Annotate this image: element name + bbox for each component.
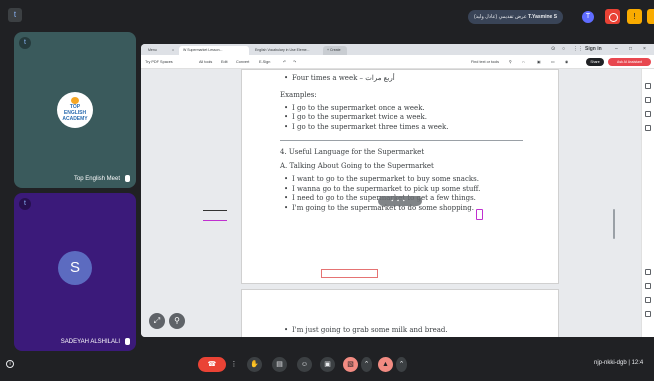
end-call-button[interactable]: ☎ bbox=[198, 357, 226, 372]
participant-name: SADEYAH ALSHILALI bbox=[60, 339, 120, 345]
browser-tab-bar: Menu ⌂ W Supermarket Lesson... English V… bbox=[141, 44, 654, 55]
maximize-icon[interactable]: □ bbox=[629, 45, 632, 54]
pages-icon[interactable] bbox=[645, 97, 651, 103]
avatar: S bbox=[58, 251, 92, 285]
zoom-out-icon[interactable] bbox=[645, 311, 651, 317]
undo-icon[interactable]: ↶ bbox=[283, 55, 286, 69]
shared-screen: Menu ⌂ W Supermarket Lesson... English V… bbox=[141, 44, 654, 337]
rotate-icon[interactable] bbox=[645, 283, 651, 289]
toolbar-item[interactable]: Convert bbox=[236, 55, 249, 69]
list-item: Four times a week – أربع مرات bbox=[280, 74, 540, 84]
comment-icon[interactable] bbox=[645, 83, 651, 89]
bookmark-icon[interactable]: ▭ bbox=[551, 55, 555, 69]
share-button[interactable]: Share bbox=[586, 58, 604, 66]
top-bar: t (عادل وليد) عرض تقديمي T.Yasmine S T ! bbox=[0, 0, 654, 30]
meet-app-icon: t bbox=[8, 8, 22, 22]
toolbar-item[interactable]: E-Sign bbox=[259, 55, 270, 69]
record-icon[interactable] bbox=[605, 9, 620, 24]
presenter-avatar[interactable]: T bbox=[582, 11, 594, 23]
ai-assistant-button[interactable]: Ask AI Assistant bbox=[608, 58, 651, 66]
hand-raise-icon[interactable]: ! bbox=[627, 9, 642, 24]
pen-annotation bbox=[476, 209, 483, 220]
redo-icon[interactable]: ↷ bbox=[293, 55, 296, 69]
section-divider bbox=[280, 140, 523, 141]
more-options-icon[interactable]: ⋮ bbox=[230, 357, 238, 372]
help-icon[interactable]: ⊙ bbox=[551, 45, 555, 54]
logo-mark-icon bbox=[71, 97, 79, 104]
bell-icon[interactable]: ○ bbox=[562, 45, 565, 54]
tab-vocabulary[interactable]: English Vocabulary in Use Eleme... bbox=[251, 46, 321, 55]
attach-icon[interactable] bbox=[645, 111, 651, 117]
annotation-rectangle[interactable] bbox=[321, 269, 378, 278]
section-heading: 4. Useful Language for the Supermarket bbox=[280, 148, 425, 156]
mic-icon bbox=[125, 175, 130, 182]
subsection-heading: A. Talking About Going to the Supermarke… bbox=[280, 162, 434, 170]
list-item: I go to the supermarket three times a we… bbox=[280, 123, 540, 133]
mic-off-icon[interactable]: ▲ bbox=[378, 357, 393, 372]
list-item: I wanna go to the supermarket to pick up… bbox=[280, 185, 540, 195]
pdf-toolbar: Try PDF Spaces All tools Edit Convert E-… bbox=[141, 55, 654, 69]
close-icon[interactable]: × bbox=[643, 45, 646, 54]
search-icon[interactable]: ⚲ bbox=[509, 55, 512, 69]
find-input[interactable]: Find text or tools bbox=[471, 55, 499, 69]
top-english-logo: TOP ENGLISH ACADEMY bbox=[57, 92, 93, 128]
underline-annotation bbox=[203, 220, 227, 221]
print-icon[interactable]: ▣ bbox=[537, 55, 541, 69]
list-item: I'm just going to grab some milk and bre… bbox=[280, 326, 540, 336]
tab-supermarket-lesson[interactable]: W Supermarket Lesson... bbox=[179, 46, 249, 55]
minimize-icon[interactable]: – bbox=[615, 45, 618, 54]
document-content: Four times a week – أربع مرات Examples: … bbox=[280, 74, 540, 213]
hand-icon[interactable]: ✋ bbox=[247, 357, 262, 372]
participant-tile-sadeyah[interactable]: t S SADEYAH ALSHILALI bbox=[14, 193, 136, 351]
home-icon[interactable]: ⌂ bbox=[168, 46, 178, 55]
list-item: I go to the supermarket once a week. bbox=[280, 104, 540, 114]
layers-icon[interactable] bbox=[645, 125, 651, 131]
list-item: I go to the supermarket twice a week. bbox=[280, 113, 540, 123]
tab-menu[interactable]: Menu bbox=[144, 46, 166, 55]
info-icon[interactable]: i bbox=[6, 360, 14, 368]
chevron-up-icon[interactable]: ⌃ bbox=[361, 357, 372, 372]
participant-name: Top English Meet bbox=[73, 176, 120, 182]
participant-tile-top-english[interactable]: t TOP ENGLISH ACADEMY Top English Meet bbox=[14, 32, 136, 188]
meeting-code: njp-nkki-dgb | 12:4 bbox=[594, 360, 644, 366]
presenting-indicator[interactable]: (عادل وليد) عرض تقديمي T.Yasmine S bbox=[468, 10, 564, 24]
present-icon[interactable]: ▣ bbox=[320, 357, 335, 372]
scrollbar[interactable] bbox=[613, 209, 615, 239]
logo-text: TOP ENGLISH ACADEMY bbox=[62, 104, 88, 122]
pdf-page[interactable]: Four times a week – أربع مرات Examples: … bbox=[241, 69, 559, 284]
chevron-up-icon[interactable]: ⌃ bbox=[396, 357, 407, 372]
camera-off-icon[interactable]: ▧ bbox=[343, 357, 358, 372]
pdf-page[interactable]: I'm just going to grab some milk and bre… bbox=[241, 289, 559, 337]
toolbar-item[interactable]: Try PDF Spaces bbox=[145, 55, 173, 69]
apps-icon[interactable]: ⋮⋮ bbox=[573, 45, 583, 54]
extra-control-icon[interactable] bbox=[647, 9, 654, 24]
chat-icon[interactable]: ◉ bbox=[565, 55, 568, 69]
toolbar-item[interactable]: All tools bbox=[199, 55, 212, 69]
captions-icon[interactable]: ▤ bbox=[272, 357, 287, 372]
toolbar-item[interactable]: Edit bbox=[221, 55, 228, 69]
presenting-text: (عادل وليد) عرض تقديمي bbox=[474, 14, 527, 20]
presenter-name: T.Yasmine S bbox=[528, 14, 558, 20]
emoji-icon[interactable]: ☺ bbox=[297, 357, 312, 372]
zoom-icon[interactable]: ⚲ bbox=[169, 313, 185, 329]
annotation-toolbar[interactable]: ▪▪▪ bbox=[378, 196, 422, 206]
fullscreen-icon[interactable]: ⤢ bbox=[149, 313, 165, 329]
participant-badge: t bbox=[19, 198, 31, 210]
signin-link[interactable]: Sign in bbox=[585, 45, 602, 54]
underline-annotation bbox=[203, 210, 227, 211]
list-item: I want to go to the supermarket to buy s… bbox=[280, 175, 540, 185]
headset-icon[interactable]: ∩ bbox=[522, 55, 525, 69]
examples-heading: Examples: bbox=[280, 90, 317, 99]
fit-icon[interactable] bbox=[645, 297, 651, 303]
right-tool-rail bbox=[641, 69, 654, 337]
tab-create[interactable]: + Create bbox=[323, 46, 347, 55]
document-content: I'm just going to grab some milk and bre… bbox=[280, 326, 540, 336]
mic-icon bbox=[125, 338, 130, 345]
zoom-in-icon[interactable] bbox=[645, 269, 651, 275]
participant-badge: t bbox=[19, 37, 31, 49]
